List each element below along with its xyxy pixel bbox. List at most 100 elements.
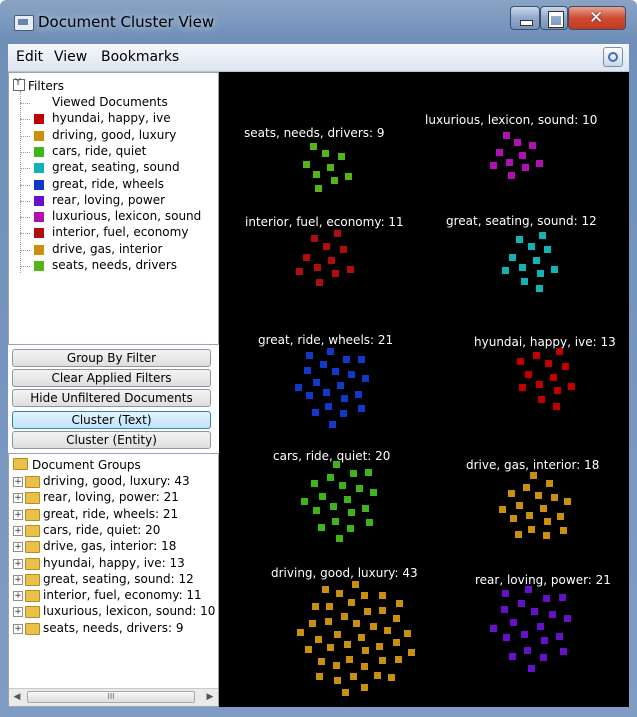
document-node[interactable] xyxy=(337,382,344,389)
app-window-icon[interactable] xyxy=(14,15,34,31)
document-node[interactable] xyxy=(531,608,538,615)
document-node[interactable] xyxy=(332,368,339,375)
document-node[interactable] xyxy=(510,619,517,626)
document-node[interactable] xyxy=(503,634,510,641)
scroll-thumb[interactable]: III xyxy=(27,691,195,703)
document-node[interactable] xyxy=(496,149,503,156)
cluster-label[interactable]: great, ride, wheels: 21 xyxy=(258,333,393,347)
document-node[interactable] xyxy=(524,647,531,654)
document-node[interactable] xyxy=(358,356,365,363)
document-node[interactable] xyxy=(311,235,318,242)
document-node[interactable] xyxy=(340,410,347,417)
document-node[interactable] xyxy=(311,480,318,487)
document-node[interactable] xyxy=(316,279,323,286)
document-node[interactable] xyxy=(342,689,349,696)
document-node[interactable] xyxy=(370,623,377,630)
document-node[interactable] xyxy=(314,264,321,271)
document-node[interactable] xyxy=(549,611,556,618)
document-node[interactable] xyxy=(521,631,528,638)
cluster-label[interactable]: interior, fuel, economy: 11 xyxy=(245,215,404,229)
document-node[interactable] xyxy=(393,615,400,622)
document-node[interactable] xyxy=(519,152,526,159)
document-node[interactable] xyxy=(523,484,530,491)
cluster-canvas[interactable]: seats, needs, drivers: 9 luxurious, lexic… xyxy=(219,72,629,707)
menu-bookmarks[interactable]: Bookmarks xyxy=(101,49,179,65)
clear-filters-button[interactable]: Clear Applied Filters xyxy=(12,369,211,387)
document-node[interactable] xyxy=(323,389,330,396)
document-node[interactable] xyxy=(336,590,343,597)
document-node[interactable] xyxy=(312,603,319,610)
document-node[interactable] xyxy=(525,371,532,378)
document-node[interactable] xyxy=(408,649,415,656)
document-node[interactable] xyxy=(556,348,563,355)
document-node[interactable] xyxy=(345,173,352,180)
document-node[interactable] xyxy=(361,684,368,691)
document-node[interactable] xyxy=(355,391,362,398)
horizontal-scrollbar[interactable]: ◀ III ▶ xyxy=(9,688,218,706)
document-node[interactable] xyxy=(543,595,550,602)
cluster-label[interactable]: drive, gas, interior: 18 xyxy=(466,458,599,472)
cluster-label[interactable]: rear, loving, power: 21 xyxy=(475,573,611,587)
document-node[interactable] xyxy=(374,672,381,679)
document-node[interactable] xyxy=(560,648,567,655)
document-node[interactable] xyxy=(506,159,513,166)
document-node[interactable] xyxy=(361,663,368,670)
expand-icon[interactable]: + xyxy=(13,574,23,585)
document-node[interactable] xyxy=(517,358,524,365)
document-node[interactable] xyxy=(331,177,338,184)
minimize-button[interactable] xyxy=(510,6,540,30)
document-node[interactable] xyxy=(313,379,320,386)
document-node[interactable] xyxy=(553,403,560,410)
document-node[interactable] xyxy=(352,581,359,588)
expand-icon[interactable]: + xyxy=(13,493,23,504)
document-node[interactable] xyxy=(502,590,509,597)
document-node[interactable] xyxy=(310,143,317,150)
document-node[interactable] xyxy=(338,153,345,160)
document-node[interactable] xyxy=(364,608,371,615)
document-node[interactable] xyxy=(528,665,535,672)
document-node[interactable] xyxy=(306,392,313,399)
document-node[interactable] xyxy=(515,531,522,538)
document-node[interactable] xyxy=(535,492,542,499)
cluster-label[interactable]: luxurious, lexicon, sound: 10 xyxy=(425,113,597,127)
document-node[interactable] xyxy=(295,384,302,391)
document-node[interactable] xyxy=(348,509,355,516)
document-node[interactable] xyxy=(393,639,400,646)
document-node[interactable] xyxy=(348,599,355,606)
document-node[interactable] xyxy=(362,505,369,512)
document-node[interactable] xyxy=(327,164,334,171)
document-node[interactable] xyxy=(333,461,340,468)
document-node[interactable] xyxy=(551,494,558,501)
document-node[interactable] xyxy=(313,171,320,178)
document-node[interactable] xyxy=(404,630,411,637)
document-node[interactable] xyxy=(528,526,535,533)
document-node[interactable] xyxy=(528,243,535,250)
document-node[interactable] xyxy=(334,677,341,684)
document-node[interactable] xyxy=(537,270,544,277)
title-bar[interactable]: Document Cluster View ✕ xyxy=(0,0,637,44)
document-node[interactable] xyxy=(327,474,334,481)
document-node[interactable] xyxy=(544,246,551,253)
document-node[interactable] xyxy=(329,421,336,428)
document-node[interactable] xyxy=(538,396,545,403)
document-node[interactable] xyxy=(514,139,521,146)
document-node[interactable] xyxy=(502,267,509,274)
document-node[interactable] xyxy=(341,395,348,402)
scroll-right-icon[interactable]: ▶ xyxy=(204,691,216,703)
document-node[interactable] xyxy=(539,232,546,239)
document-node[interactable] xyxy=(395,656,402,663)
document-node[interactable] xyxy=(379,592,386,599)
document-node[interactable] xyxy=(332,518,339,525)
document-node[interactable] xyxy=(325,618,332,625)
document-node[interactable] xyxy=(323,243,330,250)
document-node[interactable] xyxy=(303,254,310,261)
document-node[interactable] xyxy=(322,586,329,593)
document-node[interactable] xyxy=(536,160,543,167)
document-node[interactable] xyxy=(490,162,497,169)
document-node[interactable] xyxy=(334,230,341,237)
hide-unfiltered-button[interactable]: Hide Unfiltered Documents xyxy=(12,389,211,407)
document-node[interactable] xyxy=(318,524,325,531)
refresh-globe-icon[interactable] xyxy=(603,47,623,67)
document-node[interactable] xyxy=(388,674,395,681)
document-node[interactable] xyxy=(316,673,323,680)
